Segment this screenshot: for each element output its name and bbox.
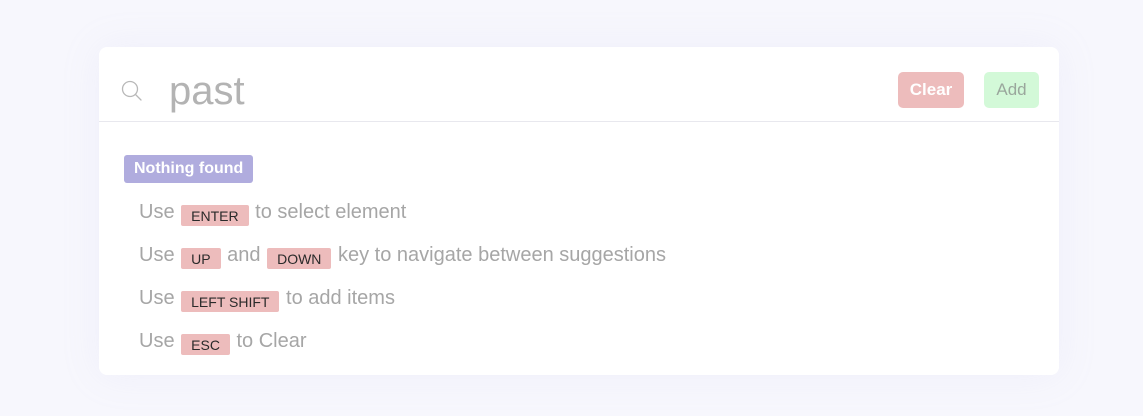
hint-add: Use LEFT SHIFT to add items bbox=[139, 287, 666, 330]
hint-navigate: Use UP and DOWN key to navigate between … bbox=[139, 244, 666, 287]
hint-prefix: Use bbox=[139, 244, 175, 266]
hint-prefix: Use bbox=[139, 330, 175, 352]
search-bar: Clear Add bbox=[99, 47, 1059, 122]
hint-text: key to navigate between suggestions bbox=[337, 244, 666, 266]
key-chip-down: DOWN bbox=[267, 248, 332, 269]
hint-prefix: Use bbox=[139, 201, 175, 223]
results-panel: Nothing found bbox=[124, 155, 254, 183]
key-chip-left-shift: LEFT SHIFT bbox=[181, 291, 280, 312]
search-card: Clear Add Nothing found Use ENTER to sel… bbox=[99, 47, 1059, 375]
hint-prefix: Use bbox=[139, 287, 175, 309]
key-chip-enter: ENTER bbox=[181, 205, 249, 226]
search-icon bbox=[121, 80, 142, 101]
hint-text: to add items bbox=[286, 287, 395, 309]
hint-text: to Clear bbox=[236, 330, 307, 352]
add-button[interactable]: Add bbox=[984, 72, 1039, 108]
hint-text: to select element bbox=[255, 201, 407, 223]
keyboard-hints: Use ENTER to select element Use UP and D… bbox=[139, 201, 666, 373]
search-input[interactable] bbox=[169, 65, 809, 117]
key-chip-esc: ESC bbox=[181, 334, 230, 355]
hint-enter: Use ENTER to select element bbox=[139, 201, 666, 244]
status-badge: Nothing found bbox=[124, 155, 254, 183]
clear-button[interactable]: Clear bbox=[898, 72, 964, 108]
key-chip-up: UP bbox=[181, 248, 221, 269]
hint-connector: and bbox=[227, 244, 261, 266]
hint-clear: Use ESC to Clear bbox=[139, 330, 666, 373]
